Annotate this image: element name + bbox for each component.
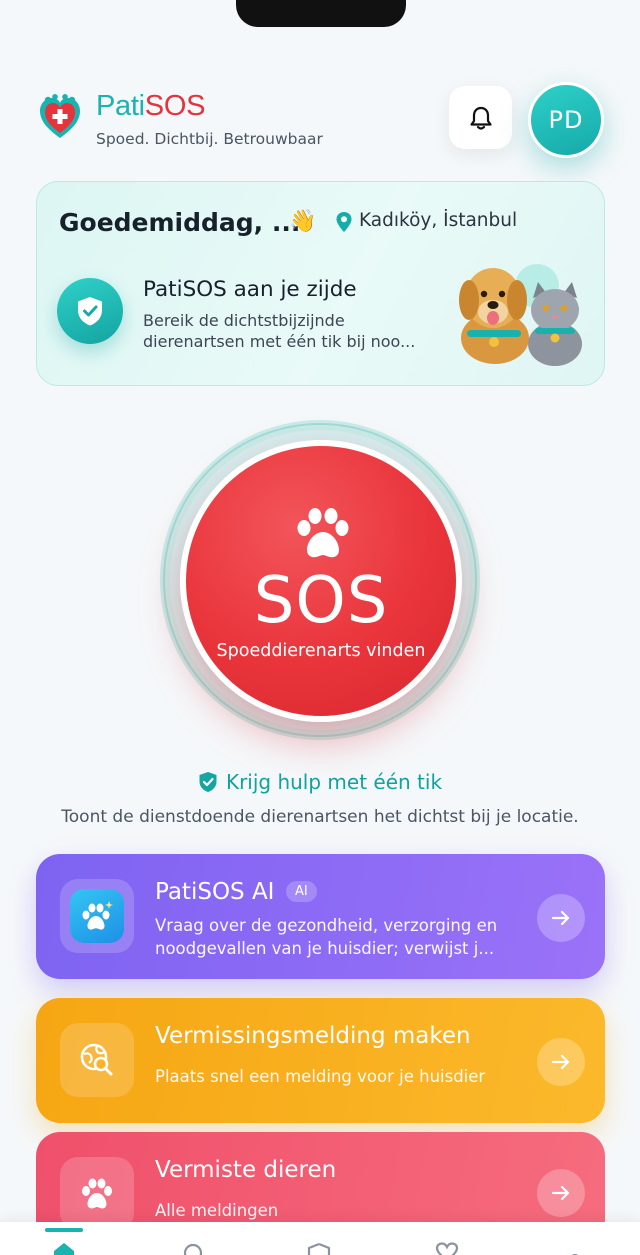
active-tab-indicator <box>45 1228 83 1232</box>
side-description: Bereik de dichtstbijzijnde dierenartsen … <box>143 311 416 351</box>
notifications-button[interactable] <box>449 86 512 149</box>
wave-icon: 👋 <box>289 208 317 233</box>
ai-card-arrow-button[interactable] <box>537 894 585 942</box>
lost-icon-tile <box>60 1157 134 1231</box>
bell-icon <box>469 106 492 130</box>
help-description: Toont de dienstdoende dierenartsen het d… <box>61 807 579 827</box>
device-notch <box>236 0 406 27</box>
location-pin-icon <box>336 212 352 232</box>
brand-name: PatiSOS <box>96 90 205 123</box>
greeting-card: Goedemiddag, ... 👋 Kadıköy, İstanbul Pat… <box>36 181 605 386</box>
location-text[interactable]: Kadıköy, İstanbul <box>359 210 517 231</box>
paw-sparkle-icon <box>82 901 113 930</box>
shield-badge <box>57 278 123 344</box>
report-card-description: Plaats snel een melding voor je huisdier <box>155 1067 486 1086</box>
lost-card-arrow-button[interactable] <box>537 1169 585 1217</box>
brand-name-sos: SOS <box>144 90 206 122</box>
ai-badge: AI <box>286 881 317 902</box>
globe-search-icon <box>80 1043 113 1076</box>
arrow-right-icon <box>551 1054 570 1070</box>
tagline: Spoed. Dichtbij. Betrouwbaar <box>96 130 323 148</box>
nav-shield-icon[interactable] <box>306 1240 332 1255</box>
report-card-arrow-button[interactable] <box>537 1038 585 1086</box>
nav-search-icon[interactable] <box>181 1240 207 1255</box>
dog-and-cat-illustration <box>459 264 582 366</box>
help-line: Krijg hulp met één tik <box>0 770 640 794</box>
lost-card-description: Alle meldingen <box>155 1201 279 1220</box>
lost-card-title: Vermiste dieren <box>155 1157 337 1183</box>
greeting-title: Goedemiddag, ... <box>59 208 301 237</box>
report-card-title: Vermissingsmelding maken <box>155 1023 471 1049</box>
paw-icon <box>297 508 349 558</box>
paw-icon <box>82 1178 112 1209</box>
ai-card-title: PatiSOS AI <box>155 879 275 905</box>
help-title: Krijg hulp met één tik <box>225 770 443 794</box>
patisos-ai-card[interactable]: PatiSOS AI AI Vraag over de gezondheid, … <box>36 854 605 979</box>
avatar[interactable]: PD <box>528 82 604 158</box>
sos-button[interactable]: SOS Spoeddierenarts vinden <box>180 440 462 722</box>
brand-name-pati: Pati <box>96 90 145 122</box>
nav-profile-icon[interactable] <box>562 1240 588 1255</box>
sos-subtitle: Spoeddierenarts vinden <box>216 641 426 661</box>
nav-heart-icon[interactable] <box>434 1240 460 1255</box>
arrow-right-icon <box>551 910 570 926</box>
shield-check-icon <box>78 297 102 326</box>
nav-home-icon[interactable] <box>51 1240 77 1255</box>
side-title: PatiSOS aan je zijde <box>143 277 357 302</box>
shield-check-icon <box>199 772 217 792</box>
sos-label: SOS <box>253 564 389 638</box>
bottom-navigation <box>0 1222 640 1255</box>
report-icon-tile <box>60 1023 134 1097</box>
patisos-logo-icon <box>40 94 80 138</box>
ai-icon-tile <box>60 879 134 953</box>
ai-card-description: Vraag over de gezondheid, verzorging en … <box>155 916 498 958</box>
arrow-right-icon <box>551 1185 570 1201</box>
missing-report-card[interactable]: Vermissingsmelding maken Plaats snel een… <box>36 998 605 1123</box>
